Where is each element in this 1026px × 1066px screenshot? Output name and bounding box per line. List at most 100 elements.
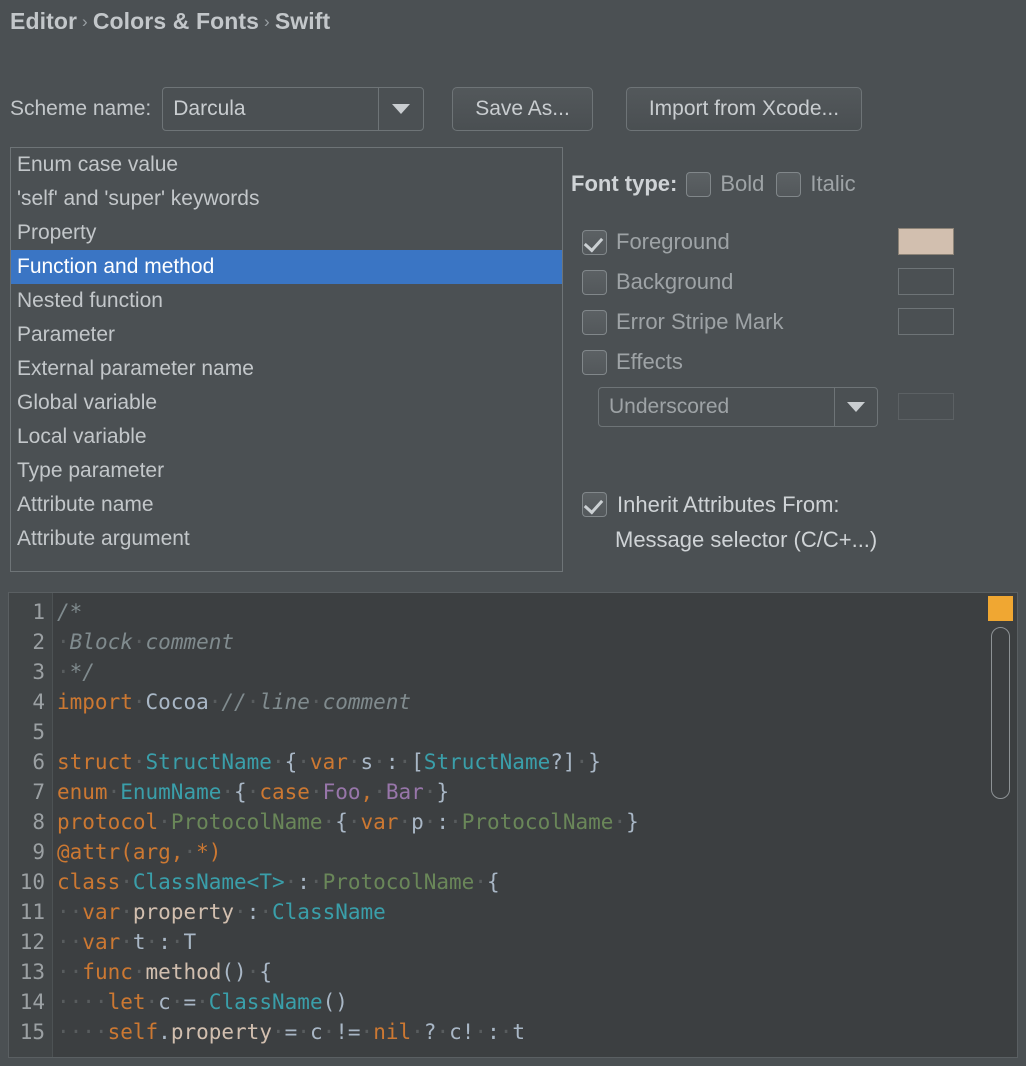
code-token: StructName (146, 750, 272, 774)
italic-checkbox[interactable] (776, 172, 801, 197)
code-token: · (474, 870, 487, 894)
inherit-parent-name[interactable]: Message selector (C/C+...) (615, 527, 877, 553)
code-token: · (436, 1020, 449, 1044)
code-token: case (259, 780, 310, 804)
import-from-xcode-button[interactable]: Import from Xcode... (626, 87, 862, 131)
line-number: 13 (9, 957, 52, 987)
code-token: ProtocolName (171, 810, 323, 834)
code-token: { (285, 750, 298, 774)
font-type-row: Font type: Bold Italic (571, 171, 856, 197)
code-token: Bar (386, 780, 424, 804)
code-token: · (348, 810, 361, 834)
chevron-down-icon[interactable] (378, 88, 423, 130)
code-token: var (82, 900, 120, 924)
line-number: 12 (9, 927, 52, 957)
save-as-button[interactable]: Save As... (452, 87, 593, 131)
list-item[interactable]: Property (11, 216, 562, 250)
code-token: self (108, 1020, 159, 1044)
foreground-color-swatch[interactable] (898, 228, 954, 255)
code-token: · (120, 930, 133, 954)
code-preview[interactable]: 123456789101112131415 /*·Block·comment·*… (9, 593, 893, 1057)
preview-vertical-scrollbar[interactable] (991, 627, 1010, 799)
code-token: · (272, 750, 285, 774)
attribute-list-panel[interactable]: Enum nameEnum case value'self' and 'supe… (10, 147, 563, 572)
code-token: != (335, 1020, 360, 1044)
background-color-swatch[interactable] (898, 268, 954, 295)
code-token: · (424, 780, 437, 804)
code-line: /* (57, 597, 893, 627)
list-item[interactable]: 'self' and 'super' keywords (11, 182, 562, 216)
list-item[interactable]: External parameter name (11, 352, 562, 386)
foreground-checkbox[interactable] (582, 230, 607, 255)
code-line (57, 717, 893, 747)
code-token: · (133, 690, 146, 714)
code-line: ··func·method()·{ (57, 957, 893, 987)
breadcrumb-item[interactable]: Colors & Fonts (93, 8, 259, 34)
breadcrumb-separator: › (77, 12, 93, 31)
effect-color-swatch[interactable] (898, 393, 954, 420)
code-token: · (310, 780, 323, 804)
list-item[interactable]: Type parameter (11, 454, 562, 488)
code-token: · (297, 750, 310, 774)
code-token: · (361, 1020, 374, 1044)
error-stripe-mark-color-swatch[interactable] (898, 308, 954, 335)
line-number: 14 (9, 987, 52, 1017)
list-item[interactable]: Nested function (11, 284, 562, 318)
code-token: = (285, 1020, 298, 1044)
attribute-list: Enum nameEnum case value'self' and 'supe… (11, 147, 562, 556)
chevron-down-icon[interactable] (834, 388, 877, 426)
list-item[interactable]: Local variable (11, 420, 562, 454)
effect-type-select[interactable]: Underscored (598, 387, 878, 427)
code-token: Cocoa (146, 690, 209, 714)
inherit-attributes-checkbox[interactable] (582, 492, 607, 517)
code-token: , (361, 780, 374, 804)
background-checkbox[interactable] (582, 270, 607, 295)
code-lines[interactable]: /*·Block·comment·*/import·Cocoa·//·line·… (53, 593, 893, 1057)
bold-checkbox[interactable] (686, 172, 711, 197)
line-number-gutter: 123456789101112131415 (9, 593, 53, 1057)
list-item[interactable]: Parameter (11, 318, 562, 352)
code-token: ClassName (272, 900, 386, 924)
line-number: 7 (9, 777, 52, 807)
code-line: struct·StructName·{·var·s·:·[StructName?… (57, 747, 893, 777)
code-token: { (335, 810, 348, 834)
code-token: · (348, 750, 361, 774)
code-token: · (398, 810, 411, 834)
scheme-select[interactable]: Darcula (162, 87, 424, 131)
code-token: () (323, 990, 348, 1014)
code-token: · (221, 780, 234, 804)
code-token: { (487, 870, 500, 894)
breadcrumb-item: Swift (275, 8, 330, 34)
breadcrumb-item[interactable]: Editor (10, 8, 77, 34)
code-token: · (285, 870, 298, 894)
list-item[interactable]: Enum case value (11, 148, 562, 182)
code-token: */ (70, 660, 95, 684)
code-line: ·Block·comment (57, 627, 893, 657)
code-token: s (361, 750, 374, 774)
list-item[interactable]: Attribute name (11, 488, 562, 522)
effects-checkbox[interactable] (582, 350, 607, 375)
error-stripe-mark-checkbox[interactable] (582, 310, 607, 335)
code-token: protocol (57, 810, 158, 834)
preview-panel: 123456789101112131415 /*·Block·comment·*… (8, 592, 1018, 1058)
code-token: · (133, 630, 146, 654)
error-stripe-marker[interactable] (988, 596, 1013, 621)
code-token: } (588, 750, 601, 774)
code-token: · (297, 1020, 310, 1044)
list-item[interactable]: Function and method (11, 250, 562, 284)
code-token: : (386, 750, 399, 774)
code-token: · (247, 690, 260, 714)
code-token: { (234, 780, 247, 804)
code-token: · (259, 900, 272, 924)
code-token: ···· (57, 1020, 108, 1044)
list-item[interactable]: Attribute argument (11, 522, 562, 556)
code-token: p (411, 810, 424, 834)
code-token: · (247, 960, 260, 984)
foreground-label: Foreground (616, 229, 730, 255)
code-token: ·· (57, 930, 82, 954)
code-token: · (171, 990, 184, 1014)
list-item[interactable]: Global variable (11, 386, 562, 420)
code-line: class·ClassName<T>·:·ProtocolName·{ (57, 867, 893, 897)
code-token: · (133, 750, 146, 774)
code-token: · (411, 1020, 424, 1044)
